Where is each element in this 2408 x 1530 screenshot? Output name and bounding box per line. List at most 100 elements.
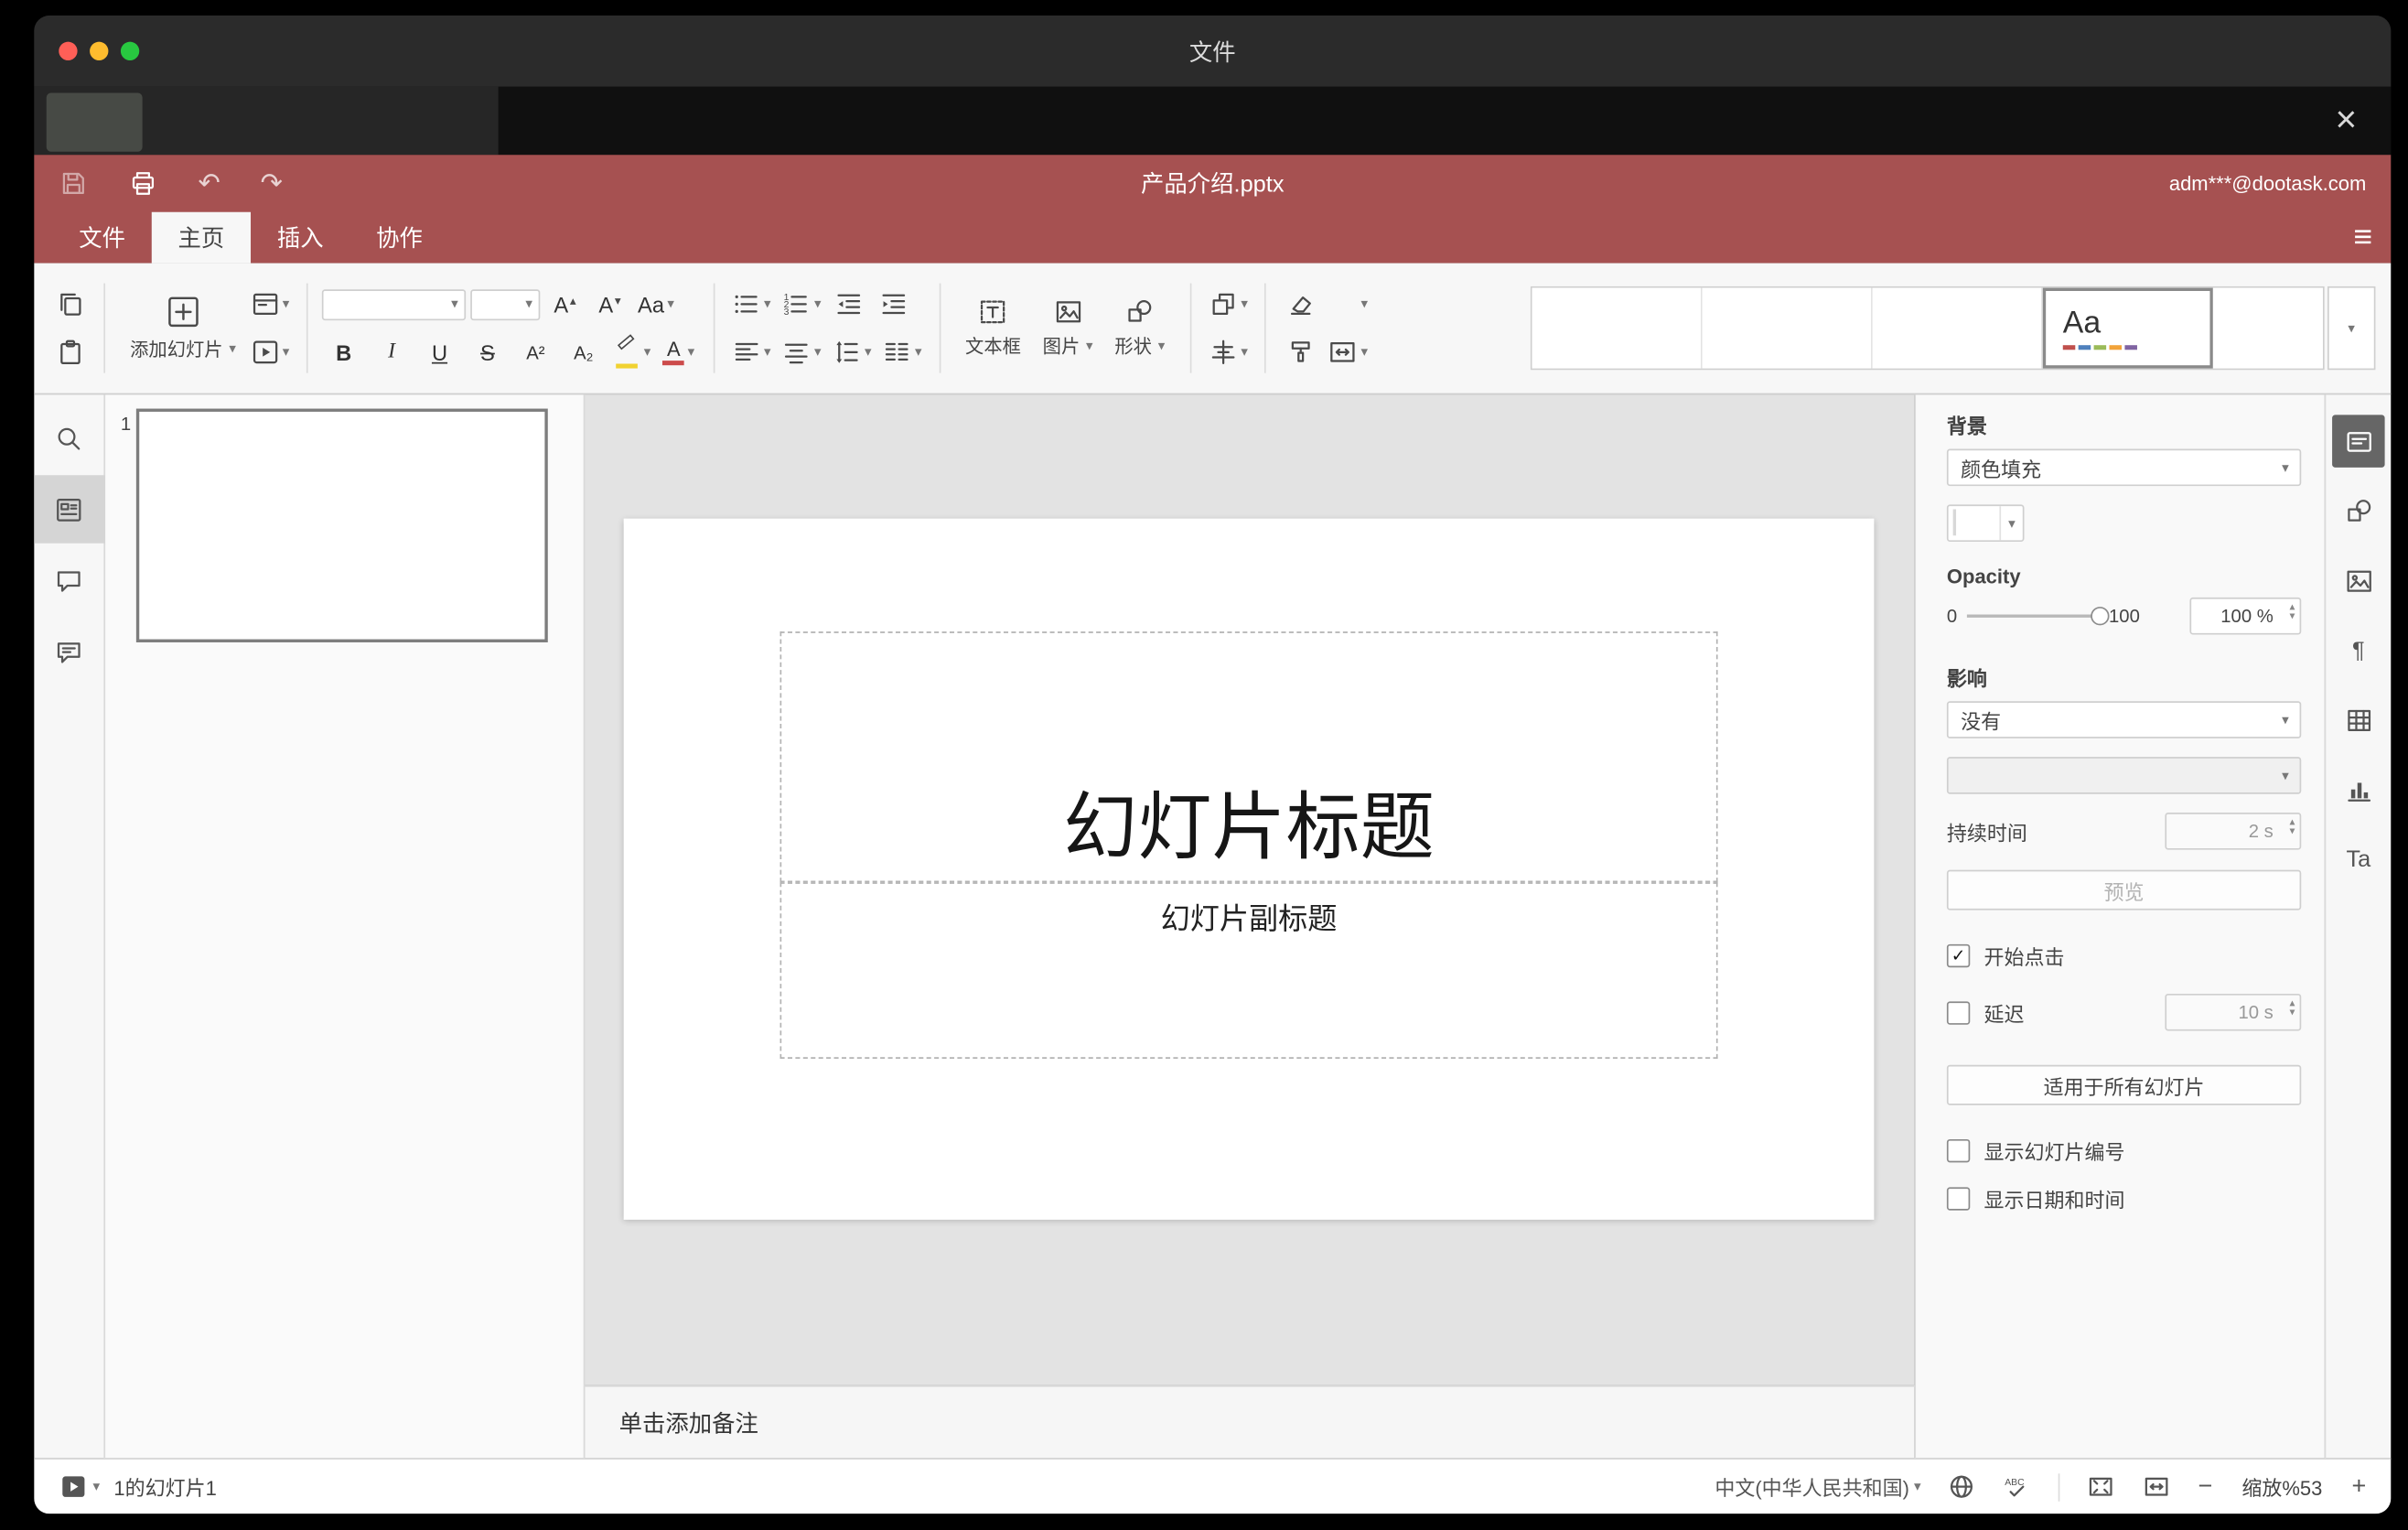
insert-shape-button[interactable]: 形状 ▾: [1104, 297, 1177, 360]
font-name-combo[interactable]: ▾: [321, 288, 467, 320]
change-case-button[interactable]: Aa ▾: [635, 284, 678, 324]
table-settings-button[interactable]: [2332, 694, 2385, 747]
delay-checkbox[interactable]: [1946, 1000, 1971, 1024]
zoom-window-button[interactable]: [120, 41, 140, 60]
theme-option-selected[interactable]: Aa: [2042, 287, 2213, 369]
start-on-click-checkbox[interactable]: ✓: [1946, 943, 1971, 968]
print-button[interactable]: [128, 168, 157, 198]
shape-settings-button[interactable]: [2332, 484, 2385, 537]
zoom-out-button[interactable]: −: [2198, 1472, 2212, 1500]
effect-select[interactable]: 没有 ▾: [1946, 701, 2302, 738]
show-slide-number-checkbox[interactable]: [1946, 1138, 1971, 1163]
subscript-button[interactable]: A₂: [562, 332, 605, 372]
numbering-button[interactable]: 123 ▾: [779, 284, 824, 324]
tab-file[interactable]: 文件: [53, 212, 152, 264]
textart-settings-button[interactable]: Ta: [2332, 833, 2385, 886]
language-label: 中文(中华人民共和国): [1715, 1476, 1909, 1501]
clear-style-button[interactable]: [1281, 284, 1321, 324]
opacity-input[interactable]: 100 % ▴ ▾: [2189, 597, 2302, 635]
insert-textbox-button[interactable]: 文本框: [954, 297, 1032, 360]
undo-button[interactable]: ↶: [199, 168, 220, 199]
italic-button[interactable]: I: [370, 332, 413, 372]
change-layout-button[interactable]: ▾: [247, 284, 293, 324]
image-settings-button[interactable]: [2332, 555, 2385, 608]
spinner-icon[interactable]: ▴ ▾: [2290, 998, 2295, 1018]
theme-option-blank-2[interactable]: [1702, 287, 1873, 369]
spellcheck-button[interactable]: ABC: [2003, 1472, 2032, 1502]
add-slide-button[interactable]: 添加幻灯片 ▾: [119, 294, 247, 361]
tab-collaboration[interactable]: 协作: [349, 212, 448, 264]
line-spacing-button[interactable]: ▾: [829, 332, 875, 372]
decrease-font-button[interactable]: A ▾: [590, 284, 630, 324]
document-language-button[interactable]: [1947, 1472, 1976, 1502]
tab-insert[interactable]: 插入: [251, 212, 349, 264]
theme-gallery-expand-button[interactable]: ▾: [2327, 286, 2376, 371]
opacity-slider-knob[interactable]: [2090, 607, 2109, 626]
copy-button[interactable]: [49, 284, 90, 324]
tab-home[interactable]: 主页: [151, 211, 252, 264]
show-date-time-checkbox[interactable]: [1946, 1187, 1971, 1211]
horizontal-align-button[interactable]: ▾: [728, 332, 774, 372]
preview-button[interactable]: 预览: [1946, 869, 2302, 910]
redo-button[interactable]: ↷: [261, 168, 283, 199]
start-slideshow-button[interactable]: ▾: [247, 332, 293, 372]
columns-button[interactable]: ▾: [879, 332, 925, 372]
spinner-icon[interactable]: ▴ ▾: [2290, 818, 2295, 837]
font-color-button[interactable]: A ▾: [659, 332, 699, 372]
account-email[interactable]: adm***@dootask.com: [2169, 172, 2366, 195]
insert-image-button[interactable]: 图片 ▾: [1032, 297, 1104, 360]
increase-font-button[interactable]: A ▴: [545, 284, 586, 324]
increase-indent-button[interactable]: [874, 284, 914, 324]
fill-color-picker[interactable]: ▾: [1946, 504, 2025, 543]
menu-icon[interactable]: ≡: [2353, 212, 2372, 264]
window-title: 文件: [1188, 39, 1236, 66]
decrease-indent-button[interactable]: [829, 284, 869, 324]
fit-width-button[interactable]: [2143, 1472, 2172, 1502]
opacity-slider[interactable]: [1966, 607, 2109, 626]
save-button[interactable]: [59, 168, 88, 198]
underline-button[interactable]: U: [418, 332, 461, 372]
fit-slide-button[interactable]: [2087, 1472, 2116, 1502]
comments-button[interactable]: [34, 546, 104, 614]
align-shape-button[interactable]: ▾: [1205, 332, 1251, 372]
slide-settings-button[interactable]: [2332, 415, 2385, 468]
copy-style-button[interactable]: [1281, 332, 1321, 372]
spinner-icon[interactable]: ▴ ▾: [2290, 602, 2295, 621]
start-slideshow-status-button[interactable]: ▾: [59, 1472, 100, 1502]
notes-area[interactable]: 单击添加备注: [585, 1385, 1915, 1459]
theme-option-blank-1[interactable]: [1532, 287, 1703, 369]
font-size-combo[interactable]: ▾: [470, 288, 541, 320]
slides-panel-button[interactable]: [34, 475, 105, 544]
chart-settings-button[interactable]: [2332, 763, 2385, 816]
color-scheme-button[interactable]: ▾: [1326, 284, 1371, 324]
theme-option-blank-3[interactable]: [1872, 287, 2043, 369]
theme-option-blank-4[interactable]: [2212, 287, 2323, 369]
paragraph-settings-button[interactable]: ¶: [2332, 624, 2385, 677]
title-placeholder[interactable]: 幻灯片标题: [779, 631, 1718, 883]
apply-to-all-slides-button[interactable]: 适用于所有幻灯片: [1946, 1064, 2302, 1105]
zoom-in-button[interactable]: +: [2351, 1472, 2366, 1500]
duration-input[interactable]: 2 s ▴ ▾: [2165, 813, 2302, 850]
slide-size-button[interactable]: ▾: [1326, 332, 1371, 372]
close-icon[interactable]: ×: [2323, 98, 2370, 145]
language-select[interactable]: 中文(中华人民共和国) ▾: [1715, 1472, 1920, 1502]
subtitle-placeholder[interactable]: 幻灯片副标题: [779, 882, 1718, 1059]
statusbar-separator: [2059, 1472, 2060, 1501]
close-window-button[interactable]: [59, 41, 78, 60]
arrange-shape-button[interactable]: ▾: [1205, 284, 1251, 324]
bold-button[interactable]: B: [322, 332, 365, 372]
delay-input[interactable]: 10 s ▴ ▾: [2165, 993, 2302, 1031]
minimize-window-button[interactable]: [90, 41, 109, 60]
fill-type-select[interactable]: 颜色填充 ▾: [1946, 448, 2302, 487]
slide-thumbnail-1[interactable]: [135, 408, 548, 642]
search-button[interactable]: [34, 404, 104, 471]
strikethrough-button[interactable]: S: [466, 332, 509, 372]
effect-type-select[interactable]: ▾: [1946, 757, 2302, 794]
feedback-button[interactable]: [34, 618, 104, 685]
bullets-button[interactable]: ▾: [728, 284, 774, 324]
paste-button[interactable]: [49, 332, 90, 372]
superscript-button[interactable]: A²: [514, 332, 557, 372]
font-color-icon: A: [662, 339, 685, 366]
vertical-align-button[interactable]: ▾: [779, 332, 824, 372]
highlight-color-button[interactable]: ▾: [610, 332, 654, 372]
